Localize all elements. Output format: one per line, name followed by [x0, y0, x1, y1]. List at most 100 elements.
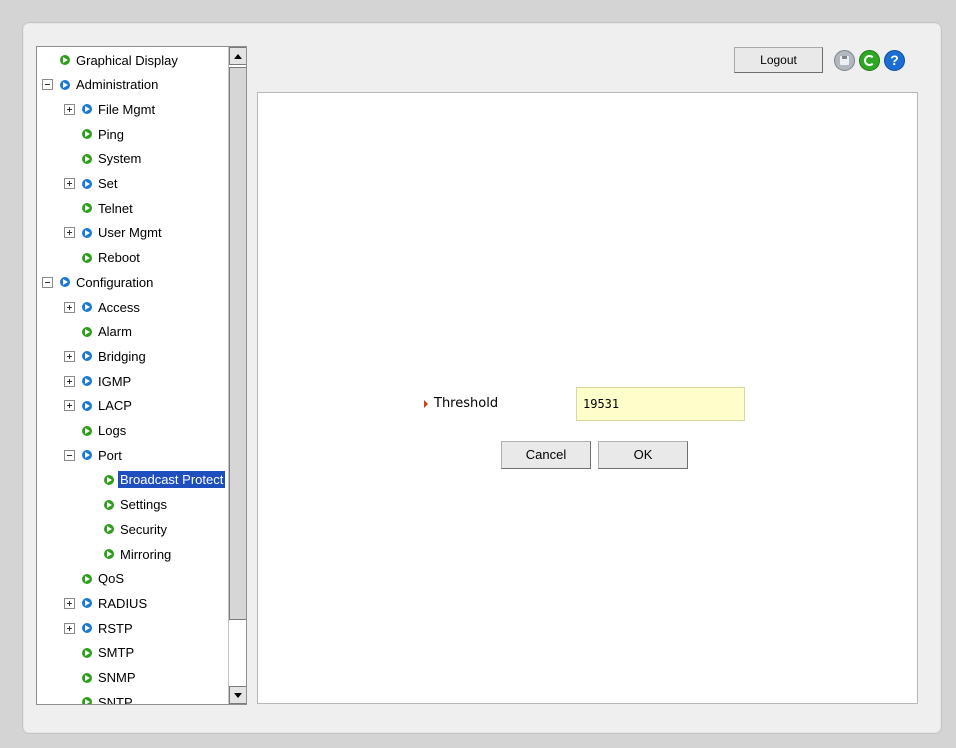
tree-item-set[interactable]: Set	[64, 172, 120, 196]
tree-item-label: IGMP	[98, 373, 132, 389]
collapse-minus-icon[interactable]	[42, 276, 53, 288]
tree-scrollbar[interactable]	[228, 47, 246, 704]
threshold-label-text: Threshold	[434, 396, 499, 411]
arrow-down-icon	[234, 693, 242, 698]
refresh-icon[interactable]	[859, 50, 880, 71]
expand-plus-icon[interactable]	[64, 622, 75, 634]
leaf-node-icon	[82, 672, 92, 683]
leaf-node-icon	[82, 203, 92, 214]
tree-item-system[interactable]: System	[82, 147, 143, 171]
tree-item-label: Telnet	[98, 200, 133, 216]
tree-item-administration[interactable]: Administration	[42, 73, 160, 97]
ok-button[interactable]: OK	[598, 441, 688, 469]
tree-item-label: Reboot	[98, 250, 140, 266]
collapse-minus-icon[interactable]	[42, 79, 53, 91]
save-icon[interactable]	[834, 50, 855, 71]
expand-plus-icon[interactable]	[64, 301, 75, 313]
expand-plus-icon[interactable]	[64, 375, 75, 387]
tree-item-label: System	[98, 151, 142, 167]
tree-item-access[interactable]: Access	[64, 295, 142, 319]
leaf-node-icon	[82, 153, 92, 164]
leaf-node-icon	[60, 55, 70, 65]
tree-item-label: Graphical Display	[76, 52, 178, 68]
logout-button[interactable]: Logout	[734, 47, 823, 73]
expand-plus-icon[interactable]	[64, 227, 75, 239]
tree-item-bridging[interactable]: Bridging	[64, 344, 148, 368]
tree-item-user-mgmt[interactable]: User Mgmt	[64, 221, 164, 245]
folder-node-icon	[82, 376, 92, 387]
tree-item-ping[interactable]: Ping	[82, 122, 126, 146]
scroll-down-button[interactable]	[229, 686, 246, 704]
folder-node-icon	[60, 79, 70, 90]
scroll-thumb[interactable]	[229, 67, 246, 620]
tree-item-configuration[interactable]: Configuration	[42, 270, 155, 294]
cancel-button[interactable]: Cancel	[501, 441, 591, 469]
expand-plus-icon[interactable]	[64, 597, 75, 609]
expand-plus-icon[interactable]	[64, 400, 75, 412]
folder-node-icon	[82, 351, 92, 362]
tree-item-sntp[interactable]: SNTP	[82, 690, 135, 704]
tree-item-smtp[interactable]: SMTP	[82, 641, 136, 665]
tree-item-label: Mirroring	[120, 546, 172, 562]
navigation-tree-panel: Graphical Display Administration File Mgmt…	[36, 46, 247, 705]
tree-item-label: Settings	[120, 497, 167, 513]
threshold-input[interactable]	[576, 387, 745, 421]
tree-item-label: Configuration	[76, 274, 154, 290]
tree-item-label: Broadcast Protect	[118, 471, 226, 489]
tree-item-port[interactable]: Port	[64, 443, 124, 467]
leaf-node-icon	[104, 474, 114, 485]
folder-node-icon	[82, 227, 92, 238]
tree-item-mirroring[interactable]: Mirroring	[104, 542, 173, 566]
tree-item-label: Security	[120, 521, 167, 537]
threshold-label: Threshold	[424, 396, 498, 411]
leaf-node-icon	[82, 573, 92, 584]
navigation-tree: Graphical Display Administration File Mgmt…	[37, 47, 228, 704]
tree-item-qos[interactable]: QoS	[82, 567, 126, 591]
folder-node-icon	[82, 450, 92, 461]
tree-item-label: SMTP	[98, 645, 135, 661]
tree-item-settings[interactable]: Settings	[104, 493, 169, 517]
tree-item-snmp[interactable]: SNMP	[82, 666, 138, 690]
expand-plus-icon[interactable]	[64, 350, 75, 362]
tree-item-label: Set	[98, 176, 118, 191]
leaf-node-icon	[82, 129, 92, 140]
disk-glyph	[840, 56, 849, 65]
expand-plus-icon[interactable]	[64, 103, 75, 115]
leaf-node-icon	[82, 697, 92, 704]
tree-item-graphical-display[interactable]: Graphical Display	[60, 48, 180, 72]
tree-item-label: Ping	[98, 126, 125, 142]
tree-item-reboot[interactable]: Reboot	[82, 246, 142, 270]
tree-item-telnet[interactable]: Telnet	[82, 196, 135, 220]
collapse-minus-icon[interactable]	[64, 449, 75, 461]
folder-node-icon	[82, 302, 92, 312]
folder-node-icon	[82, 400, 92, 411]
expand-plus-icon[interactable]	[64, 178, 75, 189]
tree-item-label: Port	[98, 447, 122, 463]
tree-item-rstp[interactable]: RSTP	[64, 616, 135, 640]
tree-item-label: RADIUS	[98, 595, 148, 611]
tree-item-lacp[interactable]: LACP	[64, 394, 134, 418]
tree-item-logs[interactable]: Logs	[82, 419, 128, 443]
tree-item-label: RSTP	[98, 620, 133, 636]
tree-item-igmp[interactable]: IGMP	[64, 369, 133, 393]
leaf-node-icon	[82, 425, 92, 436]
help-icon[interactable]: ?	[884, 50, 905, 71]
tree-item-file-mgmt[interactable]: File Mgmt	[64, 97, 157, 121]
tree-item-label: Logs	[98, 423, 127, 438]
tree-item-alarm[interactable]: Alarm	[82, 320, 134, 344]
tree-item-security[interactable]: Security	[104, 517, 169, 541]
tree-item-label: Alarm	[98, 324, 132, 340]
folder-node-icon	[82, 623, 92, 634]
tree-item-label: Administration	[76, 77, 159, 93]
refresh-ring-glyph	[864, 55, 875, 66]
tree-item-broadcast-protect[interactable]: Broadcast Protect	[104, 468, 226, 492]
scroll-up-button[interactable]	[229, 47, 246, 65]
folder-node-icon	[82, 178, 92, 189]
leaf-node-icon	[104, 499, 114, 510]
tree-item-label: SNMP	[98, 670, 136, 685]
tree-item-label: Bridging	[98, 348, 146, 364]
leaf-node-icon	[82, 326, 92, 337]
arrow-up-icon	[234, 54, 242, 59]
tree-item-radius[interactable]: RADIUS	[64, 591, 149, 615]
tree-item-label: Access	[98, 299, 140, 315]
